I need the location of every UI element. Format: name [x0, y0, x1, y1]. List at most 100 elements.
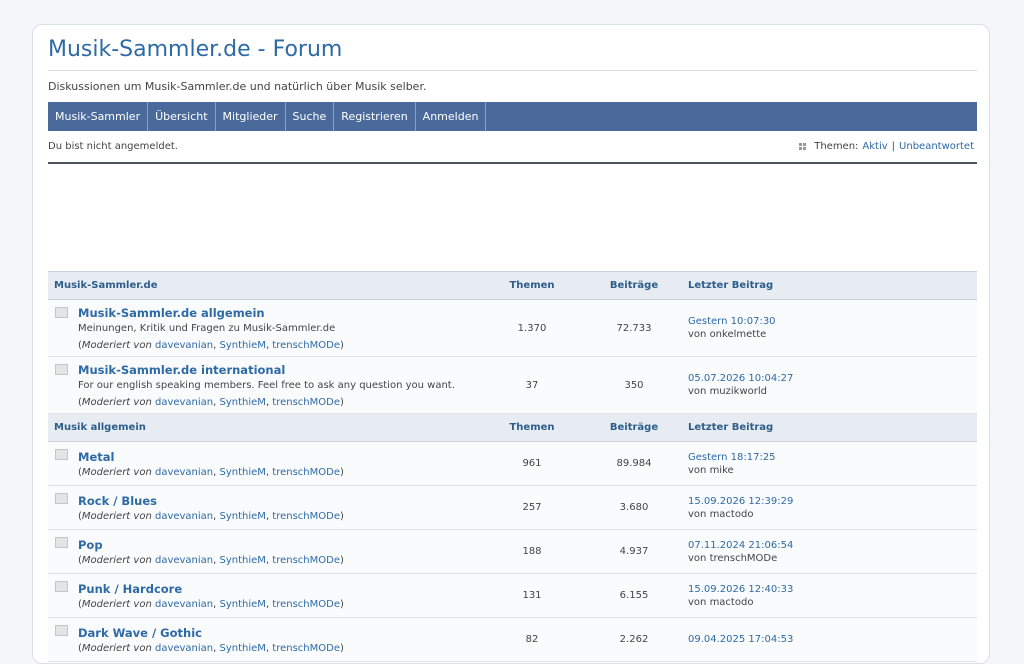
- moderator-link[interactable]: trenschMODe: [272, 555, 340, 566]
- moderator-link[interactable]: SynthieM: [220, 599, 266, 610]
- moderator-link[interactable]: davevanian: [155, 599, 213, 610]
- moderator-link[interactable]: davevanian: [155, 511, 213, 522]
- moderator-line: (Moderiert von davevanian, SynthieM, tre…: [78, 642, 344, 654]
- forum-link[interactable]: Pop: [78, 538, 472, 552]
- topics-label: Themen:: [814, 141, 859, 152]
- last-post-date[interactable]: 15.09.2026 12:39:29: [688, 496, 971, 507]
- category-header-row: Musik allgemein Themen Beiträge Letzter Bei…: [48, 413, 977, 442]
- forum-link[interactable]: Rock / Blues: [78, 494, 472, 508]
- last-post-cell: 15.09.2026 12:39:29 von mactodo: [682, 485, 977, 530]
- last-post-cell: Gestern 18:17:25 von mike: [682, 441, 977, 486]
- last-post-date[interactable]: 15.09.2026 12:40:33: [688, 584, 971, 595]
- forum-link[interactable]: Musik-Sammler.de international: [78, 363, 472, 377]
- column-header-last-post: Letzter Beitrag: [682, 271, 977, 300]
- moderator-link[interactable]: davevanian: [155, 643, 213, 654]
- author-name[interactable]: mactodo: [710, 509, 754, 520]
- forum-folder-icon: [55, 581, 68, 592]
- moderator-link[interactable]: SynthieM: [220, 643, 266, 654]
- forum-folder-icon: [55, 537, 68, 548]
- forum-folder-icon: [55, 625, 68, 636]
- moderator-link[interactable]: SynthieM: [220, 467, 266, 478]
- moderator-link[interactable]: davevanian: [155, 555, 213, 566]
- nav-uebersicht[interactable]: Übersicht: [148, 102, 216, 131]
- post-count: 4.937: [586, 529, 682, 574]
- nav-registrieren[interactable]: Registrieren: [334, 102, 416, 131]
- page-title[interactable]: Musik-Sammler.de - Forum: [48, 37, 342, 62]
- author-prefix: von: [688, 464, 707, 476]
- last-post-cell: 07.11.2024 21:06:54 von trenschMODe: [682, 529, 977, 574]
- link-separator: |: [891, 141, 896, 152]
- moderator-link[interactable]: trenschMODe: [272, 467, 340, 478]
- column-header-posts: Beiträge: [586, 413, 682, 442]
- status-divider: [48, 162, 977, 164]
- category-title[interactable]: Musik-Sammler.de: [48, 271, 478, 300]
- last-post-author: von trenschMODe: [688, 553, 971, 564]
- site-description: Diskussionen um Musik-Sammler.de und nat…: [48, 80, 427, 93]
- forum-link[interactable]: Dark Wave / Gothic: [78, 626, 472, 640]
- moderator-link[interactable]: trenschMODe: [272, 340, 340, 351]
- author-prefix: von: [688, 329, 707, 340]
- topic-links: Themen: Aktiv | Unbeantwortet: [799, 141, 974, 152]
- forum-link[interactable]: Metal: [78, 450, 472, 464]
- topic-count: 961: [478, 441, 586, 486]
- moderator-link[interactable]: davevanian: [155, 467, 213, 478]
- forum-folder-icon: [55, 493, 68, 504]
- unanswered-topics-link[interactable]: Unbeantwortet: [899, 141, 974, 152]
- nav-mitglieder[interactable]: Mitglieder: [216, 102, 286, 131]
- forum-container: Musik-Sammler.de - Forum Diskussionen um…: [32, 24, 990, 664]
- author-prefix: von: [688, 596, 707, 608]
- last-post-date[interactable]: 07.11.2024 21:06:54: [688, 540, 971, 551]
- topic-count: 1.370: [478, 299, 586, 357]
- column-header-topics: Themen: [478, 271, 586, 300]
- forum-link[interactable]: Musik-Sammler.de allgemein: [78, 306, 472, 320]
- forum-folder-icon: [55, 307, 68, 318]
- moderator-link[interactable]: SynthieM: [220, 397, 266, 408]
- author-prefix: von: [688, 552, 707, 564]
- forum-folder-icon: [55, 364, 68, 375]
- column-header-topics: Themen: [478, 413, 586, 442]
- author-prefix: von: [688, 508, 707, 520]
- moderators-label: Moderiert von: [81, 554, 152, 566]
- author-name[interactable]: mactodo: [710, 597, 754, 608]
- author-name[interactable]: mike: [710, 465, 734, 476]
- nav-anmelden[interactable]: Anmelden: [416, 102, 487, 131]
- moderators-label: Moderiert von: [81, 642, 152, 654]
- forum-cell: Punk / Hardcore (Moderiert von davevanian…: [48, 573, 478, 618]
- moderator-link[interactable]: trenschMODe: [272, 643, 340, 654]
- moderator-link[interactable]: davevanian: [155, 340, 213, 351]
- post-count: 6.155: [586, 573, 682, 618]
- moderator-line: (Moderiert von davevanian, SynthieM, tre…: [78, 396, 344, 408]
- moderator-link[interactable]: SynthieM: [220, 511, 266, 522]
- last-post-date[interactable]: 05.07.2026 10:04:27: [688, 373, 971, 384]
- active-topics-link[interactable]: Aktiv: [862, 141, 887, 152]
- nav-suche[interactable]: Suche: [286, 102, 335, 131]
- author-name[interactable]: muzikworld: [710, 386, 767, 397]
- moderator-link[interactable]: trenschMODe: [272, 511, 340, 522]
- nav-musik-sammler[interactable]: Musik-Sammler: [48, 102, 149, 131]
- topic-count: 188: [478, 529, 586, 574]
- last-post-date[interactable]: Gestern 10:07:30: [688, 316, 971, 327]
- moderator-line: (Moderiert von davevanian, SynthieM, tre…: [78, 339, 344, 351]
- moderator-line: (Moderiert von davevanian, SynthieM, tre…: [78, 466, 344, 478]
- post-count: 3.680: [586, 485, 682, 530]
- topic-count: 131: [478, 573, 586, 618]
- category-title[interactable]: Musik allgemein: [48, 413, 478, 442]
- author-name[interactable]: trenschMODe: [710, 553, 778, 564]
- moderator-link[interactable]: SynthieM: [220, 340, 266, 351]
- post-count: 72.733: [586, 299, 682, 357]
- last-post-date[interactable]: Gestern 18:17:25: [688, 452, 971, 463]
- forum-cell: Metal (Moderiert von davevanian, SynthieM…: [48, 441, 478, 486]
- forum-description: Meinungen, Kritik und Fragen zu Musik-Sa…: [78, 322, 336, 334]
- forum-link[interactable]: Punk / Hardcore: [78, 582, 472, 596]
- moderators-label: Moderiert von: [81, 598, 152, 610]
- moderator-link[interactable]: trenschMODe: [272, 397, 340, 408]
- moderator-link[interactable]: davevanian: [155, 397, 213, 408]
- author-name[interactable]: onkelmette: [710, 329, 767, 340]
- login-status: Du bist nicht angemeldet.: [48, 141, 178, 152]
- forum-description: For our english speaking members. Feel f…: [78, 379, 455, 391]
- moderators-label: Moderiert von: [81, 466, 152, 478]
- column-header-posts: Beiträge: [586, 271, 682, 300]
- moderator-link[interactable]: SynthieM: [220, 555, 266, 566]
- last-post-cell: Gestern 10:07:30 von onkelmette: [682, 299, 977, 357]
- moderator-link[interactable]: trenschMODe: [272, 599, 340, 610]
